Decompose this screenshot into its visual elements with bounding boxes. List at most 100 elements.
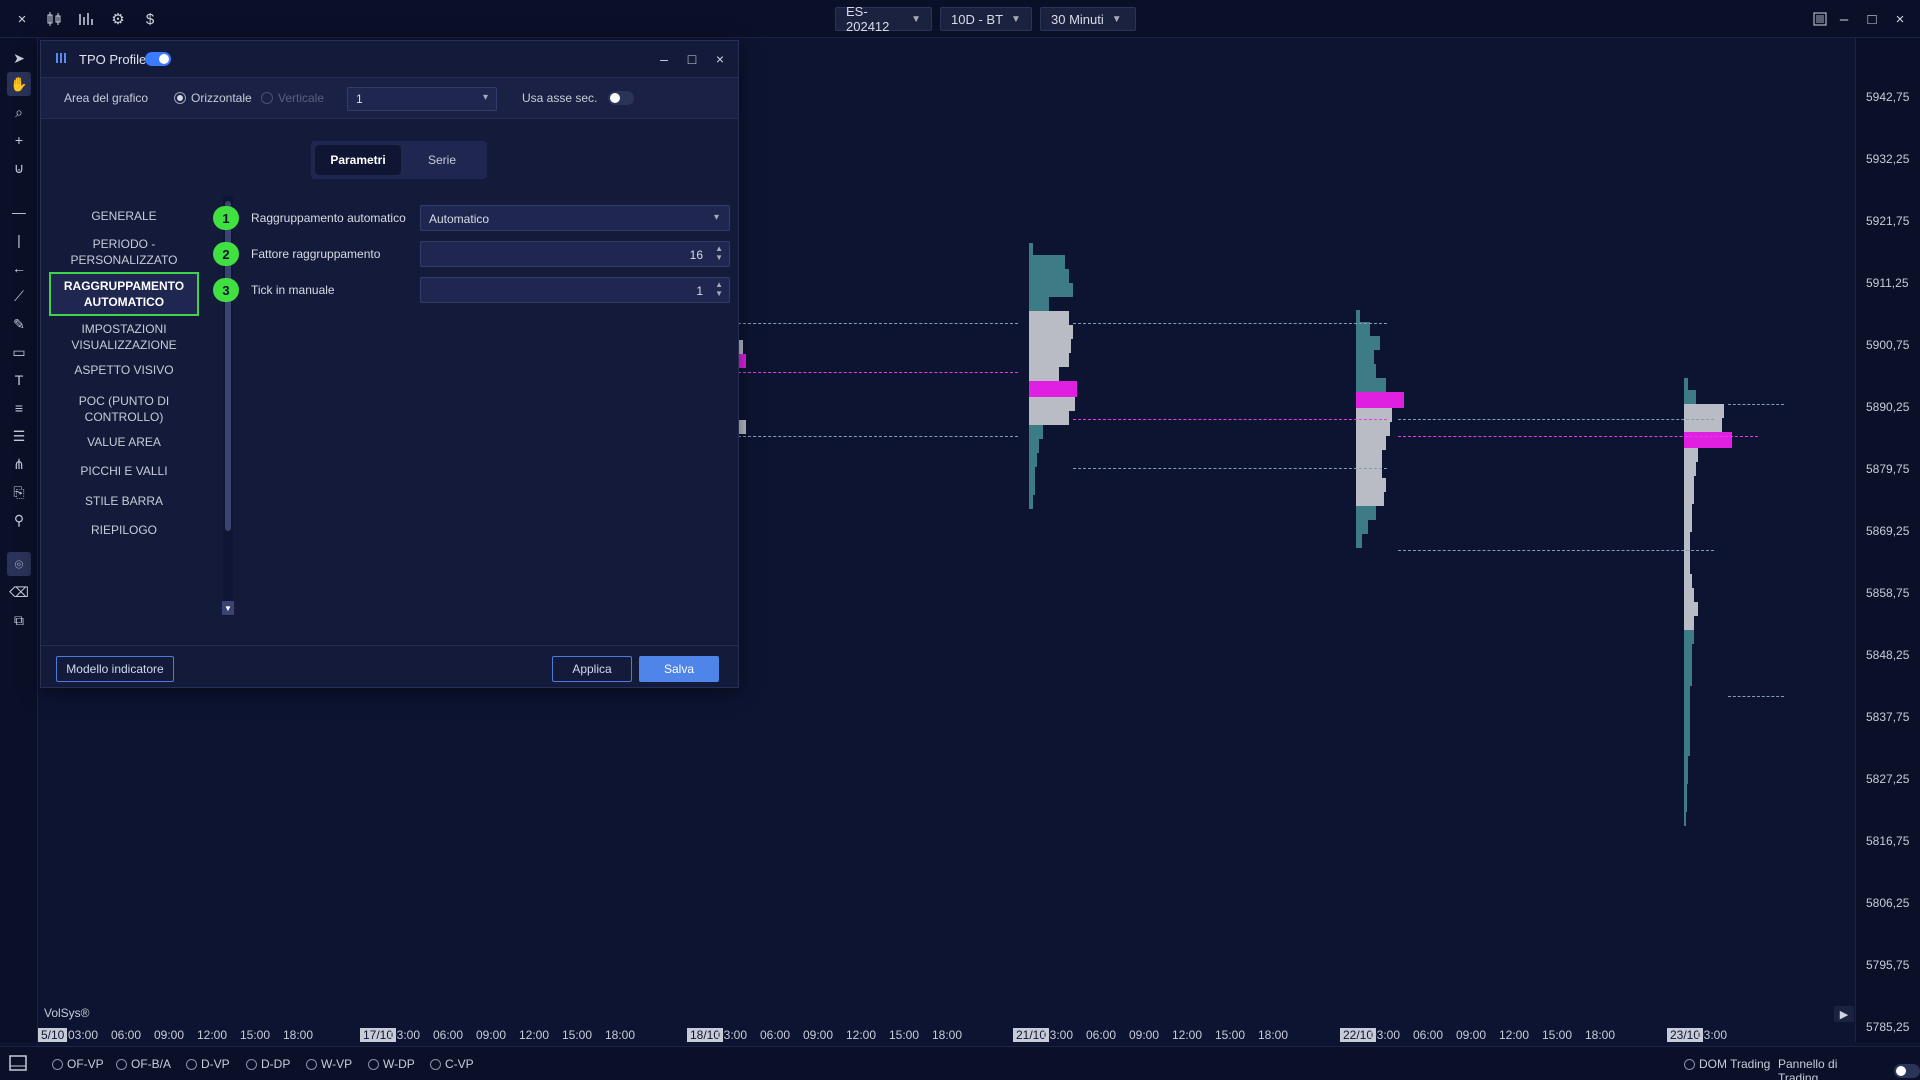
trading-panel-toggle[interactable]: Pannello di Trading (1778, 1057, 1920, 1080)
price-tick: 5848,25 (1866, 648, 1910, 662)
orientation-vertical[interactable]: Verticale (261, 91, 324, 105)
number-input[interactable]: 16 ▲ ▼ (420, 241, 730, 267)
candles-icon[interactable] (42, 7, 66, 31)
tab-serie[interactable]: Serie (401, 145, 483, 175)
indicator-icon (55, 51, 69, 68)
close-icon[interactable]: × (10, 7, 34, 31)
time-date-label: 5/10 (38, 1028, 68, 1042)
orientation-horizontal[interactable]: Orizzontale (174, 91, 252, 105)
sidebar-item[interactable]: PERIODO - PERSONALIZZATO (49, 236, 199, 268)
indicator-template-button[interactable]: Modello indicatore (56, 656, 174, 682)
spinner-icon[interactable]: ▲ ▼ (715, 244, 723, 262)
eraser-icon[interactable]: ⌫ (7, 580, 31, 604)
apply-button[interactable]: Applica (552, 656, 632, 682)
minimize-icon[interactable]: – (1832, 7, 1856, 31)
template-icon[interactable]: ⎘ (7, 480, 31, 504)
bottom-option[interactable]: OF-B/A (116, 1057, 171, 1071)
option-label: D-DP (261, 1057, 291, 1071)
sidebar-item[interactable]: VALUE AREA (49, 434, 199, 450)
pitchfork-icon[interactable]: ⋔ (7, 452, 31, 476)
number-input[interactable]: 1 ▲ ▼ (420, 277, 730, 303)
field-value: 16 (689, 248, 703, 262)
sidebar-item[interactable]: PICCHI E VALLI (49, 463, 199, 479)
maximize-icon[interactable]: □ (681, 49, 703, 69)
crosshair-icon[interactable]: + (7, 128, 31, 152)
price-axis[interactable]: 5942,75 5932,25 5921,75 5911,25 5900,75 5890,… (1855, 38, 1920, 1042)
dom-trading-option[interactable]: DOM Trading (1684, 1057, 1770, 1071)
hand-icon[interactable]: ✋ (7, 72, 31, 96)
template-dropdown[interactable]: 10D - BT ▼ (940, 7, 1032, 31)
maximize-icon[interactable]: □ (1860, 7, 1884, 31)
layout-icon[interactable] (1808, 7, 1832, 31)
ruler-icon[interactable]: ✎ (7, 312, 31, 336)
sidebar-item[interactable]: RAGGRUPPAMENTO AUTOMATICO (49, 272, 199, 316)
step-badge: 1 (213, 206, 239, 230)
horizontal-line-icon[interactable]: — (7, 200, 31, 224)
sidebar-item[interactable]: STILE BARRA (49, 493, 199, 509)
tab-parametri[interactable]: Parametri (315, 145, 401, 175)
bottom-option[interactable]: W-VP (306, 1057, 352, 1071)
indicators-icon[interactable] (74, 7, 98, 31)
radio-vertical[interactable] (261, 92, 273, 104)
time-label: 09:00 (1129, 1028, 1160, 1042)
tpo-bar (1356, 322, 1370, 336)
tpo-bar (1684, 588, 1694, 602)
tpo-bar (1356, 364, 1376, 378)
gear-icon[interactable]: ⚙ (106, 7, 130, 31)
close-icon[interactable]: × (709, 49, 731, 69)
secondary-axis-toggle[interactable] (608, 91, 635, 105)
spinner-icon[interactable]: ▲ ▼ (715, 280, 723, 298)
text-icon[interactable]: T (7, 368, 31, 392)
grouping-select[interactable]: Automatico ▾ (420, 205, 730, 231)
symbol-label: ES-202412 (846, 4, 890, 34)
window-close-icon[interactable]: × (1888, 7, 1912, 31)
value-area-high-line (1398, 419, 1714, 420)
option-label: OF-VP (67, 1057, 104, 1071)
vertical-line-icon[interactable]: | (7, 228, 31, 252)
sidebar-item[interactable]: ASPETTO VISIVO (49, 362, 199, 378)
secondary-axis-option[interactable]: Usa asse sec. (522, 91, 635, 105)
rectangle-icon[interactable]: ▭ (7, 340, 31, 364)
dialog-header: TPO Profile – □ × (41, 41, 738, 77)
sidebar-item[interactable]: GENERALE (49, 208, 199, 224)
sidebar-item[interactable]: RIEPILOGO (49, 522, 199, 538)
fibonacci-icon[interactable]: ≡ (7, 396, 31, 420)
alert-icon[interactable]: ⚲ (7, 508, 31, 532)
sidebar-item[interactable]: POC (PUNTO DI CONTROLLO) (49, 393, 199, 425)
panel-icon[interactable] (8, 1053, 28, 1073)
bottom-option[interactable]: D-VP (186, 1057, 230, 1071)
list-icon[interactable]: ☰ (7, 424, 31, 448)
bottom-option[interactable]: C-VP (430, 1057, 474, 1071)
ray-icon[interactable]: ← (7, 256, 31, 280)
layers-icon[interactable]: ⧉ (7, 608, 31, 632)
radio-horizontal[interactable] (174, 92, 186, 104)
zoom-icon[interactable]: ⌕ (7, 100, 31, 124)
tpo-bar (1684, 390, 1696, 404)
magnet-icon[interactable]: ⊍ (7, 156, 31, 180)
area-select[interactable]: 1 ▾ (347, 87, 497, 111)
symbol-dropdown[interactable]: ES-202412 ▼ (835, 4, 932, 34)
dollar-icon[interactable]: $ (138, 7, 162, 31)
timeframe-dropdown[interactable]: 30 Minuti ▼ (1040, 7, 1136, 31)
trading-panel-switch[interactable] (1894, 1064, 1920, 1078)
option-radio (116, 1058, 127, 1070)
indicator-enabled-toggle[interactable] (145, 52, 171, 66)
time-label: 03:00 (717, 1028, 748, 1042)
time-label: 15:00 (1215, 1028, 1246, 1042)
scroll-to-end-button[interactable]: ▶ (1834, 1006, 1854, 1022)
trendline-icon[interactable]: ⟋ (7, 284, 31, 308)
cursor-icon[interactable]: ➤ (7, 46, 31, 70)
price-tick: 5785,25 (1866, 1020, 1910, 1034)
scroll-down-icon[interactable]: ▼ (222, 601, 234, 615)
time-label: 18:00 (932, 1028, 963, 1042)
dialog-footer: Modello indicatore Applica Salva (41, 645, 738, 687)
bottom-option[interactable]: W-DP (368, 1057, 415, 1071)
option-label: W-VP (321, 1057, 353, 1071)
lock-icon[interactable]: ⌾ (7, 552, 31, 576)
save-button[interactable]: Salva (639, 656, 719, 682)
sidebar-item[interactable]: IMPOSTAZIONI VISUALIZZAZIONE (49, 321, 199, 353)
minimize-icon[interactable]: – (653, 49, 675, 69)
bottom-option[interactable]: D-DP (246, 1057, 290, 1071)
time-label: 09:00 (154, 1028, 185, 1042)
bottom-option[interactable]: OF-VP (52, 1057, 104, 1071)
